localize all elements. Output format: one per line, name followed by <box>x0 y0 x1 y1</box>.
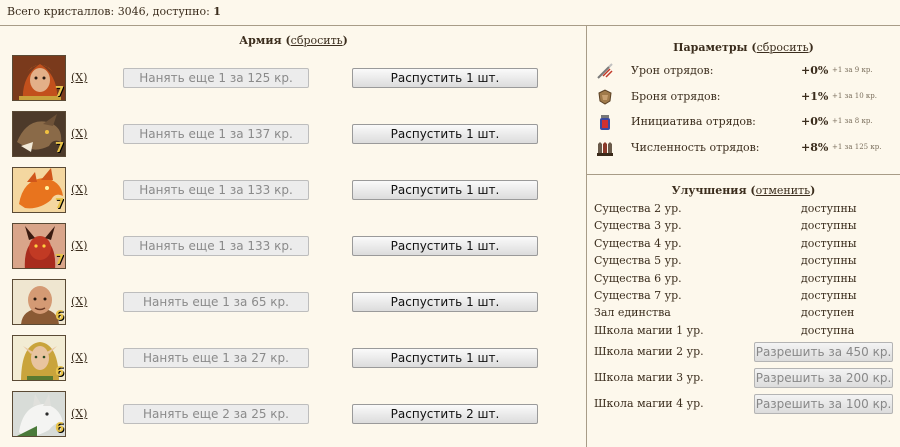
upgrades-title: Улучшения (отменить) <box>671 184 816 197</box>
unit-tier: 6 <box>54 421 64 436</box>
dismiss-unit-button[interactable]: Распустить 1 шт. <box>352 68 538 88</box>
list-item: Существа 4 ур. доступны <box>594 237 857 250</box>
list-item: Существа 7 ур. доступны <box>594 289 857 302</box>
parameters-title: Параметры (сбросить) <box>673 41 814 54</box>
unit-row: 7 (X) Нанять еще 1 за 133 кр. Распустить… <box>0 223 587 271</box>
unit-tier: 7 <box>54 253 64 268</box>
unlock-magic-school-4-button[interactable]: Разрешить за 100 кр. <box>754 394 893 414</box>
unit-tier: 6 <box>54 365 64 380</box>
list-item: Существа 2 ур. доступны <box>594 202 857 215</box>
unit-row: 7 (X) Нанять еще 1 за 125 кр. Распустить… <box>0 55 587 103</box>
crystals-total: 3046 <box>117 5 146 18</box>
list-item: Школа магии 4 ур. Разрешить за 100 кр. <box>587 394 900 414</box>
parameters-reset-link[interactable]: сбросить <box>757 41 809 54</box>
unit-tier: 7 <box>54 85 64 100</box>
sword-damage-icon <box>597 63 613 79</box>
list-item: Существа 6 ур. доступны <box>594 272 857 285</box>
unit-tier: 6 <box>54 309 64 324</box>
unit-tier: 7 <box>54 141 64 156</box>
dismiss-unit-button[interactable]: Распустить 1 шт. <box>352 236 538 256</box>
hire-unit-button[interactable]: Нанять еще 1 за 27 кр. <box>123 348 309 368</box>
hire-unit-button[interactable]: Нанять еще 2 за 25 кр. <box>123 404 309 424</box>
remove-unit-link[interactable]: (X) <box>71 183 87 196</box>
remove-unit-link[interactable]: (X) <box>71 351 87 364</box>
upgrades-cancel-link[interactable]: отменить <box>756 184 811 197</box>
upgrades-panel: Улучшения (отменить) Существа 2 ур. дост… <box>587 175 900 447</box>
list-item: Существа 3 ур. доступны <box>594 219 857 232</box>
hire-unit-button[interactable]: Нанять еще 1 за 137 кр. <box>123 124 309 144</box>
parameters-panel: Параметры (сбросить) Урон отрядов: +0% +… <box>587 26 900 175</box>
remove-unit-link[interactable]: (X) <box>71 127 87 140</box>
list-item: Школа магии 3 ур. Разрешить за 200 кр. <box>587 368 900 388</box>
red-haired-warrior-portrait[interactable]: 7 <box>12 55 66 101</box>
elf-druid-portrait[interactable]: 6 <box>12 335 66 381</box>
unit-row: 6 (X) Нанять еще 1 за 65 кр. Распустить … <box>0 279 587 327</box>
unit-row: 6 (X) Нанять еще 1 за 27 кр. Распустить … <box>0 335 587 383</box>
hire-unit-button[interactable]: Нанять еще 1 за 133 кр. <box>123 180 309 200</box>
list-item: Существа 5 ур. доступны <box>594 254 857 267</box>
dismiss-unit-button[interactable]: Распустить 1 шт. <box>352 180 538 200</box>
list-item: Зал единства доступен <box>594 306 855 319</box>
hire-unit-button[interactable]: Нанять еще 1 за 133 кр. <box>123 236 309 256</box>
param-row-armor: Броня отрядов: +1% +1 за 10 кр. <box>587 86 900 108</box>
army-reset-link[interactable]: сбросить <box>291 34 343 47</box>
hire-unit-button[interactable]: Нанять еще 1 за 65 кр. <box>123 292 309 312</box>
army-title: Армия (сбросить) <box>239 34 348 47</box>
bronze-dragon-portrait[interactable]: 7 <box>12 111 66 157</box>
white-wolf-portrait[interactable]: 6 <box>12 391 66 437</box>
hire-unit-button[interactable]: Нанять еще 1 за 125 кр. <box>123 68 309 88</box>
red-demon-portrait[interactable]: 7 <box>12 223 66 269</box>
crystal-summary: Всего кристаллов: 3046, доступно: 1 <box>0 0 900 25</box>
unlock-magic-school-3-button[interactable]: Разрешить за 200 кр. <box>754 368 893 388</box>
crystals-label: Всего кристаллов: <box>7 5 118 18</box>
fire-dragon-portrait[interactable]: 7 <box>12 167 66 213</box>
dismiss-unit-button[interactable]: Распустить 1 шт. <box>352 292 538 312</box>
list-item: Школа магии 2 ур. Разрешить за 450 кр. <box>587 342 900 362</box>
unit-row: 6 (X) Нанять еще 2 за 25 кр. Распустить … <box>0 391 587 439</box>
remove-unit-link[interactable]: (X) <box>71 407 87 420</box>
crystals-available: 1 <box>213 5 221 18</box>
initiative-potion-icon <box>600 115 610 130</box>
unit-row: 7 (X) Нанять еще 1 за 137 кр. Распустить… <box>0 111 587 159</box>
dismiss-unit-button[interactable]: Распустить 2 шт. <box>352 404 538 424</box>
unit-row: 7 (X) Нанять еще 1 за 133 кр. Распустить… <box>0 167 587 215</box>
available-label: , доступно: <box>145 5 214 18</box>
remove-unit-link[interactable]: (X) <box>71 239 87 252</box>
army-panel: Армия (сбросить) 7 (X) Нанять еще 1 за 1… <box>0 26 587 447</box>
dismiss-unit-button[interactable]: Распустить 1 шт. <box>352 124 538 144</box>
list-item: Школа магии 1 ур. доступна <box>594 324 855 337</box>
armor-shield-icon <box>598 89 612 105</box>
param-row-initiative: Инициатива отрядов: +0% +1 за 8 кр. <box>587 111 900 133</box>
unlock-magic-school-2-button[interactable]: Разрешить за 450 кр. <box>754 342 893 362</box>
param-row-damage: Урон отрядов: +0% +1 за 9 кр. <box>587 60 900 82</box>
bald-monk-portrait[interactable]: 6 <box>12 279 66 325</box>
unit-tier: 7 <box>54 197 64 212</box>
param-row-count: Численность отрядов: +8% +1 за 125 кр. <box>587 137 900 159</box>
troop-count-icon <box>597 142 613 156</box>
main-frame: Армия (сбросить) 7 (X) Нанять еще 1 за 1… <box>0 25 900 447</box>
dismiss-unit-button[interactable]: Распустить 1 шт. <box>352 348 538 368</box>
remove-unit-link[interactable]: (X) <box>71 295 87 308</box>
remove-unit-link[interactable]: (X) <box>71 71 87 84</box>
